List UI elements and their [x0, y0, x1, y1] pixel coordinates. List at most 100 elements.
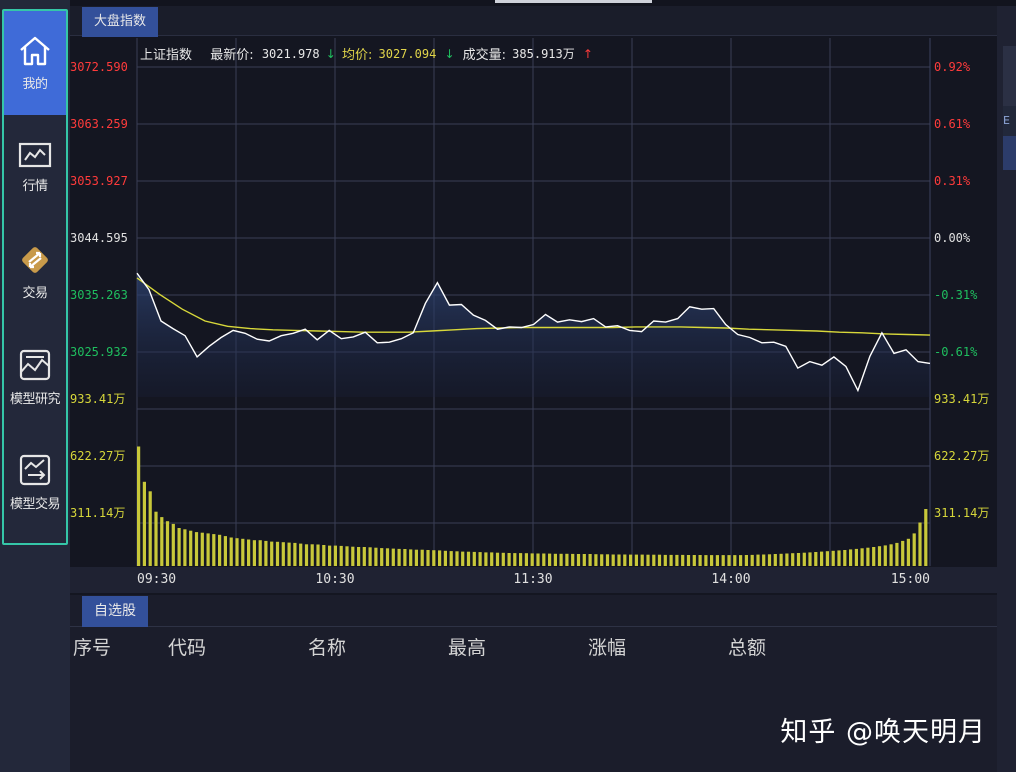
volume-bar: [669, 554, 673, 566]
volume-bar: [409, 549, 413, 566]
volume-bar: [206, 533, 210, 566]
volume-bar: [559, 553, 563, 566]
volume-bar: [553, 553, 557, 566]
latest-price-value: 3021.978: [261, 46, 320, 61]
column-header-change[interactable]: 涨幅: [588, 633, 626, 660]
volume-bar: [831, 550, 835, 566]
volume-bar: [889, 544, 893, 566]
time-tick-label: 09:30: [137, 572, 176, 587]
volume-bar: [154, 511, 158, 566]
column-header-code[interactable]: 代码: [168, 633, 206, 660]
volume-bar: [258, 540, 262, 566]
volume-bar: [357, 547, 361, 566]
price-tick-left: 3063.259: [70, 117, 128, 131]
volume-bar: [849, 549, 853, 566]
avg-price-label: 均价:: [341, 48, 373, 63]
volume-bar: [287, 542, 291, 566]
volume-bar: [814, 552, 818, 566]
volume-bar: [617, 554, 621, 566]
top-tab-indicator[interactable]: [495, 0, 652, 3]
arrow-down-icon: ↓: [444, 46, 455, 61]
volume-bar: [681, 554, 685, 566]
volume-bar: [374, 547, 378, 566]
volume-bar: [385, 548, 390, 566]
volume-bar: [455, 551, 459, 566]
volume-bar: [490, 552, 494, 566]
time-tick-label: 11:30: [513, 572, 552, 587]
volume-bar: [466, 551, 471, 566]
sidebar-highlight-frame: [2, 9, 68, 545]
volume-bar: [912, 533, 916, 566]
time-tick-label: 15:00: [891, 572, 930, 587]
volume-bar: [513, 553, 517, 566]
volume-bar: [820, 551, 824, 566]
volume-bar: [924, 509, 928, 566]
volume-bar: [565, 553, 569, 566]
volume-bar: [472, 551, 476, 566]
volume-bar: [414, 549, 418, 566]
price-tick-right: 0.61%: [934, 117, 971, 131]
volume-bar: [576, 554, 581, 566]
volume-bar: [212, 534, 216, 566]
arrow-down-icon: ↓: [325, 46, 336, 61]
volume-bar: [877, 546, 882, 566]
volume-bar: [640, 554, 644, 566]
volume-bar: [183, 529, 187, 566]
price-tick-left: 3035.263: [70, 288, 128, 302]
volume-bar: [397, 548, 401, 566]
volume-bar: [767, 554, 772, 566]
volume-bar: [756, 554, 760, 566]
volume-bar: [692, 555, 696, 566]
volume-bar: [704, 555, 708, 566]
volume-bar: [501, 552, 505, 566]
volume-bar: [762, 554, 766, 566]
tab-watchlist[interactable]: 自选股: [82, 596, 148, 627]
price-tick-right: -0.61%: [934, 345, 978, 359]
time-tick-label: 10:30: [315, 572, 354, 587]
volume-bar: [299, 543, 303, 566]
volume-bar: [663, 554, 667, 566]
volume-bar: [241, 538, 245, 566]
column-header-high[interactable]: 最高: [448, 633, 486, 660]
volume-bar: [779, 553, 783, 566]
volume-bar: [218, 534, 222, 566]
column-header-index[interactable]: 序号: [73, 633, 111, 660]
volume-bar: [582, 554, 586, 566]
right-panel-label[interactable]: E: [1003, 106, 1016, 136]
volume-bar: [872, 547, 876, 566]
volume-bar: [524, 553, 528, 566]
volume-bar: [420, 549, 424, 566]
volume-bar: [310, 544, 314, 566]
volume-bar: [432, 550, 436, 566]
volume-bar: [542, 553, 546, 566]
volume-bar: [507, 553, 511, 566]
volume-bar: [744, 555, 748, 566]
volume-bar: [316, 544, 320, 566]
volume-bar: [345, 546, 349, 566]
price-tick-left: 3053.927: [70, 174, 128, 188]
volume-bar: [634, 554, 638, 566]
volume-bar: [675, 554, 679, 566]
quote-info-line: 上证指数 最新价: 3021.978 ↓ 均价: 3027.094 ↓ 成交量:…: [140, 44, 593, 64]
volume-bar: [652, 554, 656, 566]
volume-bar: [785, 553, 789, 566]
volume-bar: [177, 528, 181, 566]
volume-bar: [264, 540, 268, 566]
price-tick-right: -0.31%: [934, 288, 978, 302]
volume-bar: [339, 545, 343, 566]
column-header-amount[interactable]: 总额: [728, 633, 766, 660]
volume-bar: [449, 551, 453, 566]
right-panel-selected-row[interactable]: [1003, 136, 1016, 170]
volume-bar: [733, 555, 737, 566]
volume-bar: [478, 552, 482, 566]
volume-tick-left: 311.14万: [70, 506, 125, 520]
intraday-chart[interactable]: 3072.590 3063.259 3053.927 3044.595 3035.263…: [70, 6, 997, 595]
volume-bar: [165, 521, 170, 566]
volume-bar: [351, 546, 355, 566]
volume-bar: [721, 555, 725, 566]
volume-bar: [837, 550, 841, 566]
volume-tick-right: 933.41万: [934, 392, 989, 406]
volume-bar: [275, 541, 280, 566]
volume-bar: [808, 552, 812, 566]
column-header-name[interactable]: 名称: [308, 633, 346, 660]
